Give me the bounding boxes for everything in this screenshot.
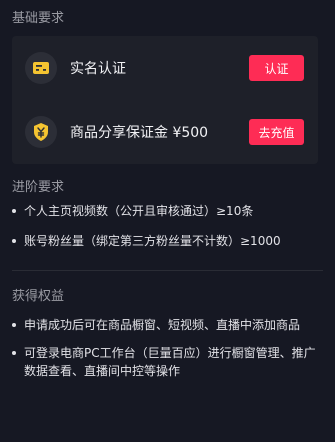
verify-button[interactable]: 认证 — [249, 55, 304, 81]
basic-requirements-card: 实名认证 认证 商品分享保证金 ¥500 去充值 — [12, 36, 318, 164]
recharge-button[interactable]: 去充值 — [249, 119, 304, 145]
advanced-requirements-title: 进阶要求 — [12, 180, 65, 195]
list-item: 申请成功后可在商品橱窗、短视频、直播中添加商品 — [12, 316, 324, 334]
list-item: 账号粉丝量（绑定第三方粉丝量不计数）≥1000 — [12, 232, 324, 250]
benefits-title: 获得权益 — [12, 289, 65, 304]
deposit-label: 商品分享保证金 ¥500 — [70, 125, 209, 141]
real-name-label: 实名认证 — [70, 61, 126, 77]
divider — [12, 270, 323, 271]
id-card-icon — [25, 52, 57, 84]
requirement-row-deposit: 商品分享保证金 ¥500 去充值 — [12, 110, 318, 154]
requirement-row-real-name: 实名认证 认证 — [12, 46, 318, 90]
list-item: 可登录电商PC工作台（巨量百应）进行橱窗管理、推广数据查看、直播间中控等操作 — [12, 344, 324, 380]
advanced-requirements-list: 个人主页视频数（公开且审核通过）≥10条 账号粉丝量（绑定第三方粉丝量不计数）≥… — [12, 202, 324, 250]
list-item: 个人主页视频数（公开且审核通过）≥10条 — [12, 202, 324, 220]
benefits-list: 申请成功后可在商品橱窗、短视频、直播中添加商品 可登录电商PC工作台（巨量百应）… — [12, 316, 324, 380]
yen-shield-icon — [25, 116, 57, 148]
basic-requirements-title: 基础要求 — [12, 11, 65, 26]
